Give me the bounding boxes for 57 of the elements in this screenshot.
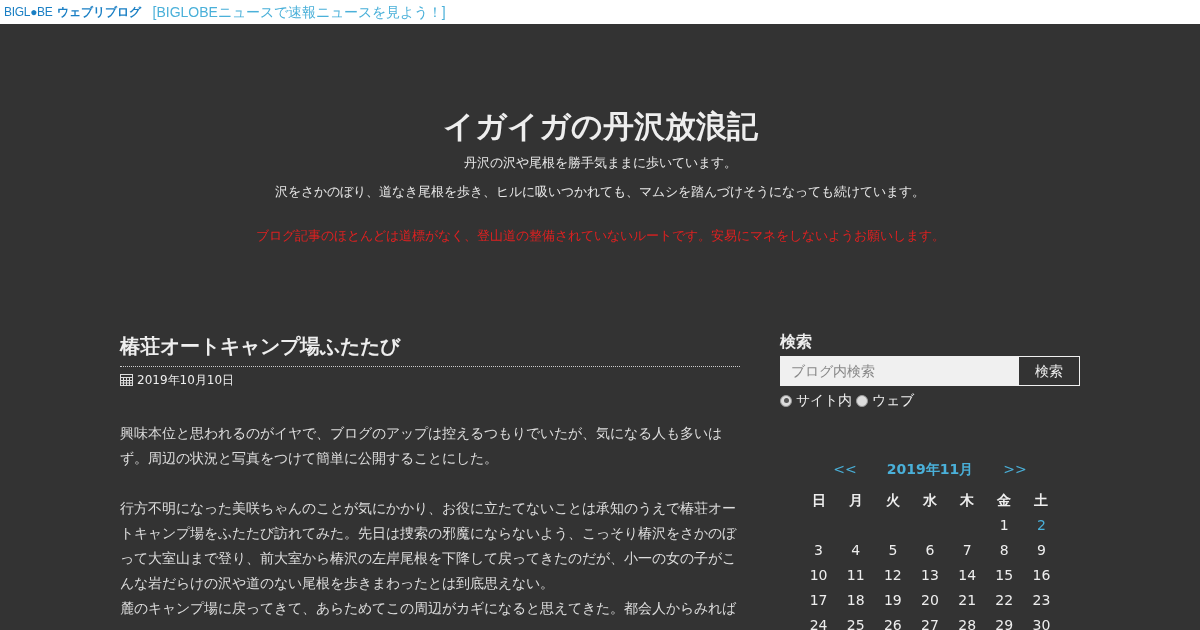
calendar-day: 17 xyxy=(800,588,838,613)
calendar-day: 28 xyxy=(948,613,986,630)
calendar-day: 26 xyxy=(874,613,912,630)
post-date: 2019年10月10日 xyxy=(137,372,235,389)
calendar-day: 24 xyxy=(800,613,838,630)
blog-title[interactable]: イガイガの丹沢放浪記 xyxy=(442,104,758,148)
calendar-day: 11 xyxy=(837,563,875,588)
next-month-link[interactable]: >> xyxy=(1003,459,1027,480)
brand-subtitle: ウェブリブログ xyxy=(56,4,141,21)
calendar-day: 3 xyxy=(800,538,838,563)
search-heading: 検索 xyxy=(780,331,813,353)
calendar-day: 6 xyxy=(911,538,949,563)
post-paragraph: 興味本位と思われるのがイヤで、ブログのアップは控えるつもりでいたが、気になる人も多いはず。周辺の状況と写真をつけて簡単に公開することにした。 xyxy=(120,424,723,468)
post-title[interactable]: 椿荘オートキャンプ場ふたたび xyxy=(120,330,740,367)
weekday-header: 金 xyxy=(996,491,1013,510)
calendar-day: 7 xyxy=(948,538,986,563)
radio-button[interactable] xyxy=(780,394,792,407)
calendar-day: 23 xyxy=(1022,588,1060,613)
calendar-day: 15 xyxy=(985,563,1023,588)
calendar-day: 13 xyxy=(911,563,949,588)
blog-description: 沢をさかのぼり、道なき尾根を歩き、ヒルに吸いつかれても、マムシを踏んづけそうになっても続けています。 xyxy=(275,183,925,201)
calendar-day: 5 xyxy=(874,538,912,563)
brand-logo[interactable]: BIGL●BE xyxy=(4,3,53,21)
previous-month-link[interactable]: << xyxy=(833,459,857,480)
radio-label[interactable]: ウェブ xyxy=(872,390,914,411)
calendar-day: 30 xyxy=(1022,613,1060,630)
calendar-day: 10 xyxy=(800,563,838,588)
weekday-header: 土 xyxy=(1033,491,1050,510)
calendar-day: 9 xyxy=(1022,538,1060,563)
calendar-day: 1 xyxy=(985,513,1023,538)
calendar-day: 8 xyxy=(985,538,1023,563)
calendar-day: 14 xyxy=(948,563,986,588)
radio-label[interactable]: サイト内 xyxy=(796,390,852,411)
calendar-day: 4 xyxy=(837,538,875,563)
calendar-month[interactable]: 2019年11月 xyxy=(886,459,974,480)
calendar-day: 18 xyxy=(837,588,875,613)
post-paragraph: 行方不明になった美咲ちゃんのことが気にかかり、お役に立たてないことは承知のうえで椿荘オートキャンプ場をふたたび訪れてみた。先日は捜索の邪魔にならないよう、こっそり椿沢をさかのぼって大室山まで登り、前大室から椿沢の左岸尾根を下降して戻ってきたのだが、小一の女の子がこんな岩だらけの沢や道のない尾根を歩きまわったとは到底思えない。 xyxy=(120,499,738,593)
calendar-day: 19 xyxy=(874,588,912,613)
radio-button[interactable] xyxy=(856,394,868,407)
weekday-header: 火 xyxy=(884,491,901,510)
post-paragraph: 麓のキャンプ場に戻ってきて、あらためてこの周辺がカギになると思えてきた。都会人からみれば xyxy=(120,599,737,618)
weekday-header: 木 xyxy=(959,491,976,510)
weekday-header: 水 xyxy=(922,491,938,510)
calendar-day: 25 xyxy=(837,613,875,630)
weekday-header: 日 xyxy=(810,491,827,510)
calendar-day: 29 xyxy=(985,613,1023,630)
calendar-day: 12 xyxy=(874,563,912,588)
calendar-day: 20 xyxy=(911,588,949,613)
warning-notice: ブログ記事のほとんどは道標がなく、登山道の整備されていないルートです。安易にマネをしないようお願いします。 xyxy=(255,227,945,245)
weekday-header: 月 xyxy=(847,491,864,510)
calendar-icon xyxy=(120,374,133,386)
calendar-day: 22 xyxy=(985,588,1023,613)
calendar-day: 21 xyxy=(948,588,986,613)
calendar-day: 16 xyxy=(1022,563,1060,588)
calendar-day: 27 xyxy=(911,613,949,630)
blog-description: 丹沢の沢や尾根を勝手気ままに歩いています。 xyxy=(463,154,737,172)
calendar-day-link[interactable]: 2 xyxy=(1022,513,1060,538)
